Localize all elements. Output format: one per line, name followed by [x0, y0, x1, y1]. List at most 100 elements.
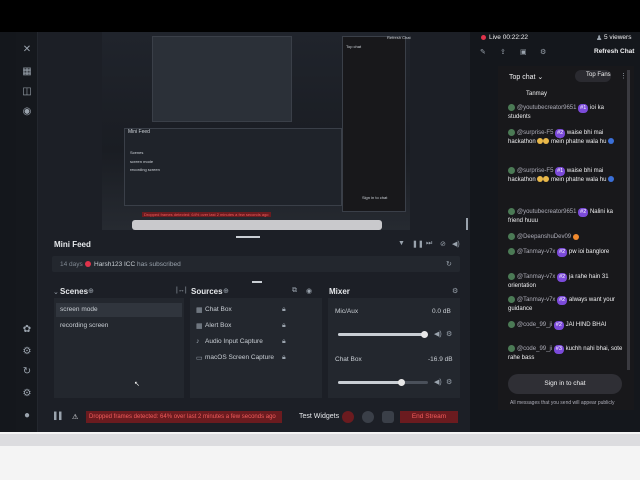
channel-settings-icon[interactable]: ⚙ [446, 330, 452, 338]
volume-icon[interactable]: ◀) [452, 240, 460, 248]
refresh-chat-button[interactable]: Refresh Chat [594, 48, 634, 55]
edit-icon[interactable]: ✎ [480, 48, 486, 56]
collapse-icon[interactable]: ⌄ [53, 288, 59, 296]
top-fans-label: Top Fans [586, 72, 611, 78]
add-scene-icon[interactable]: ⊕ [88, 287, 94, 295]
live-label: Live 00:22:22 [489, 34, 528, 41]
chat-user[interactable]: @code_99_ji [517, 346, 552, 352]
macos-dock[interactable] [0, 434, 640, 446]
mixer-channel-db-0: 0.0 dB [432, 308, 451, 315]
source-item-alert-box[interactable]: Alert Box [205, 322, 231, 329]
mixer-channel-name-0: Mic/Aux [335, 308, 359, 315]
mic-volume-fill [338, 333, 424, 336]
chat-user[interactable]: @Tanmay-v7x [517, 249, 555, 255]
lock-icon[interactable]: 🔒︎ [282, 338, 286, 346]
chat-user[interactable]: @code_99_ji [517, 322, 552, 328]
source-item-chat-box[interactable]: Chat Box [205, 306, 232, 313]
filter-icon[interactable]: ▼ [398, 240, 405, 247]
dashboard-icon[interactable]: ▣ [520, 48, 527, 56]
avatar[interactable] [508, 273, 515, 280]
mute-icon[interactable]: ⊘ [440, 240, 446, 248]
preview-inner-signin: Sign in to chat [362, 195, 388, 200]
end-stream-button[interactable]: End Stream [400, 411, 458, 423]
share-icon[interactable]: ⇪ [500, 48, 506, 56]
fan-badge: #3 [553, 345, 564, 354]
avatar[interactable] [508, 345, 515, 352]
test-widgets-button[interactable]: Test Widgets [299, 413, 339, 420]
pause-icon[interactable]: ❚❚ [412, 240, 424, 248]
top-chat-dropdown[interactable]: Top chat ⌄ [509, 73, 543, 81]
chat-user[interactable]: @surprise-F5 [517, 130, 553, 136]
grid-icon[interactable]: ▦ [21, 66, 33, 78]
preview-inner-minifeed: Mini Feed [128, 129, 150, 135]
preview-inner-warning: Dropped frames detected: 64% over last 2… [142, 212, 271, 217]
record-button[interactable] [342, 411, 354, 423]
dropped-frames-warning[interactable]: Dropped frames detected: 64% over last 2… [86, 411, 282, 423]
preview-inner-window [152, 36, 292, 122]
avatar[interactable] [508, 104, 515, 111]
chatbox-volume-knob[interactable] [398, 379, 405, 386]
user-icon[interactable]: ● [21, 410, 33, 422]
preview-scroll-handle[interactable] [466, 218, 468, 230]
avatar[interactable] [508, 321, 515, 328]
link-icon[interactable]: ⚙ [21, 346, 33, 358]
lock-icon[interactable]: 🔒︎ [282, 306, 286, 314]
chat-user[interactable]: @surprise-F5 [517, 168, 553, 174]
minifeed-user[interactable]: Harsh123 ICC [94, 261, 135, 268]
live-dot-icon [481, 35, 486, 40]
resize-handle-top[interactable] [236, 236, 260, 238]
chat-text-after: mein phatne wala hu [551, 176, 607, 183]
mixer-settings-icon[interactable]: ⚙ [452, 287, 458, 295]
chat-scrollbar[interactable] [627, 70, 630, 370]
replay-buffer-button[interactable] [362, 411, 374, 423]
avatar[interactable] [508, 129, 515, 136]
settings-icon[interactable]: ⚙ [21, 388, 33, 400]
chat-user[interactable]: @DeepanshuDev09 [517, 234, 571, 240]
chat-user[interactable]: @Tanmay-v7x [517, 274, 555, 280]
source-visibility-icon[interactable]: ◉ [306, 287, 312, 295]
fan-badge: #2 [557, 248, 568, 257]
source-settings-icon[interactable]: ⧉ [292, 287, 297, 295]
puzzle-icon[interactable]: ✿ [21, 324, 33, 336]
alert-triangle-icon[interactable]: ⚠ [72, 413, 78, 421]
chat-message: @surprise-F5 #1 waise bhi mai hackathon … [508, 167, 626, 184]
layers-icon[interactable]: ◫ [21, 86, 33, 98]
left-icon-rail: ✕ ▦ ◫ ◉ ✿ ⚙ ↻ ⚙ ● [16, 32, 38, 432]
chat-user[interactable]: @Tanmay-v7x [517, 297, 555, 303]
sign-in-to-chat-button[interactable]: Sign in to chat [508, 374, 622, 394]
channel-settings-icon[interactable]: ⚙ [446, 378, 452, 386]
resize-handle-mid[interactable] [252, 281, 262, 283]
more-options-icon[interactable]: ⋮ [620, 72, 627, 80]
minifeed-event-text: has subscribed [137, 261, 181, 268]
save-button[interactable] [382, 411, 394, 423]
avatar[interactable] [508, 296, 515, 303]
source-item-audio-input[interactable]: Audio Input Capture [205, 338, 263, 345]
chat-user[interactable]: @youtubecreator9651 [517, 209, 576, 215]
speaker-icon[interactable]: ◀) [434, 378, 442, 386]
source-item-screen-capture[interactable]: macOS Screen Capture [205, 354, 274, 361]
avatar[interactable] [508, 208, 515, 215]
speaker-icon[interactable]: ◀) [434, 330, 442, 338]
chat-text: pw ioi banglore [568, 249, 610, 256]
viewer-count: 5 viewers [604, 34, 632, 41]
mixer-title: Mixer [329, 287, 350, 296]
tools-icon[interactable]: ✕ [21, 44, 33, 56]
lock-icon[interactable]: 🔒︎ [282, 322, 286, 330]
skip-icon[interactable]: ⏭ [426, 240, 432, 248]
chat-user[interactable]: @youtubecreator9651 [517, 105, 576, 111]
preview-dock [132, 220, 382, 230]
replay-icon[interactable]: ↻ [446, 260, 452, 268]
avatar[interactable] [508, 167, 515, 174]
clock-icon[interactable]: ◉ [21, 106, 33, 118]
share-icon[interactable]: ↻ [21, 366, 33, 378]
stats-icon[interactable]: ▌▌ [54, 413, 64, 420]
mic-volume-knob[interactable] [420, 331, 428, 338]
avatar[interactable] [508, 233, 515, 240]
avatar[interactable] [508, 248, 515, 255]
fan-badge: #2 [578, 208, 589, 217]
source-alert-icon: ▦ [196, 323, 203, 330]
gear-icon[interactable]: ⚙ [540, 48, 546, 56]
scene-transition-icon[interactable]: |↔| [176, 287, 187, 294]
lock-icon[interactable]: 🔒︎ [282, 354, 286, 362]
add-source-icon[interactable]: ⊕ [223, 287, 229, 295]
